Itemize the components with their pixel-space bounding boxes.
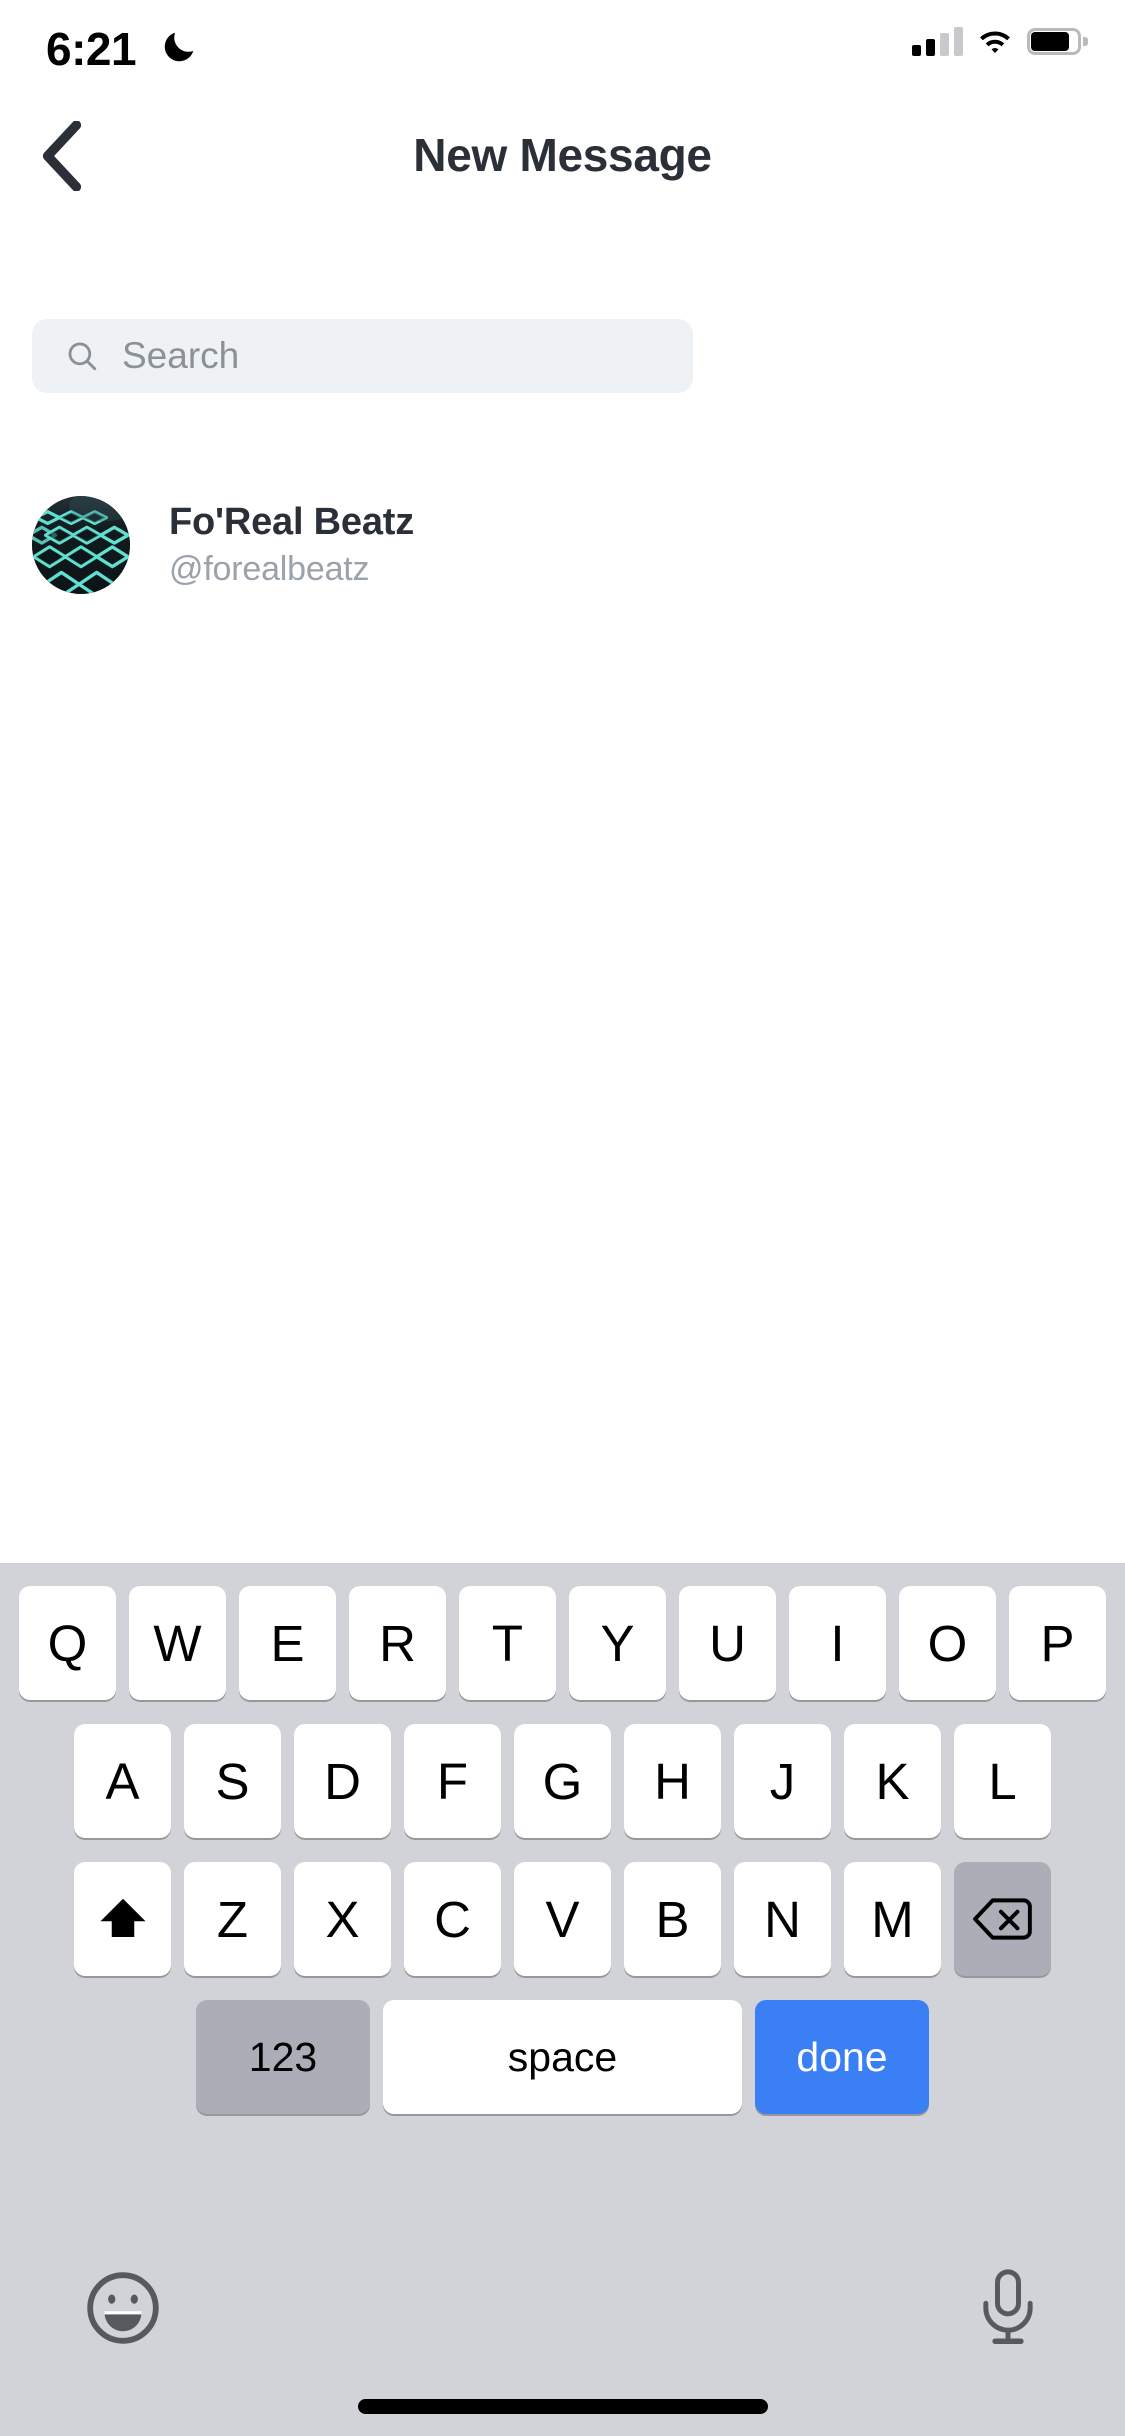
status-bar: 6:21 (0, 0, 1125, 100)
dictation-button[interactable] (973, 2267, 1043, 2349)
key-x[interactable]: X (294, 1862, 391, 1976)
search-input[interactable] (122, 319, 693, 393)
backspace-delete-icon (972, 1898, 1032, 1940)
key-h[interactable]: H (624, 1724, 721, 1838)
key-k[interactable]: K (844, 1724, 941, 1838)
key-t[interactable]: T (459, 1586, 556, 1700)
app-screen: 6:21 New Message Search Fo'Real Beatz @f… (0, 0, 1125, 2436)
key-u[interactable]: U (679, 1586, 776, 1700)
crescent-moon-icon (164, 32, 194, 62)
key-i[interactable]: I (789, 1586, 886, 1700)
keyboard-row-1: Q W E R T Y U I O P (0, 1586, 1125, 1700)
battery-icon (1027, 27, 1088, 55)
key-y[interactable]: Y (569, 1586, 666, 1700)
key-r[interactable]: R (349, 1586, 446, 1700)
key-j[interactable]: J (734, 1724, 831, 1838)
home-indicator-bar (357, 2399, 768, 2414)
key-w[interactable]: W (129, 1586, 226, 1700)
key-f[interactable]: F (404, 1724, 501, 1838)
search-icon (68, 342, 97, 371)
emoji-smiley-icon (87, 2272, 159, 2344)
contact-name: Fo'Real Beatz (169, 501, 415, 543)
key-m[interactable]: M (844, 1862, 941, 1976)
space-key[interactable]: space (383, 2000, 742, 2114)
on-screen-keyboard: Q W E R T Y U I O P A S D F G H J K L Z … (0, 1563, 1125, 2436)
keyboard-bottom-bar (0, 2253, 1125, 2373)
key-a[interactable]: A (74, 1724, 171, 1838)
key-d[interactable]: D (294, 1724, 391, 1838)
nav-header: New Message (0, 100, 1125, 210)
keyboard-row-4: 123 space done (0, 2000, 1125, 2114)
key-c[interactable]: C (404, 1862, 501, 1976)
contact-handle: @forealbeatz (169, 550, 370, 588)
numbers-key[interactable]: 123 (196, 2000, 370, 2114)
key-e[interactable]: E (239, 1586, 336, 1700)
avatar (32, 496, 130, 594)
cellular-signal-icon (912, 26, 963, 56)
done-key[interactable]: done (755, 2000, 929, 2114)
drum-pad-grid-avatar-icon (32, 496, 130, 594)
key-g[interactable]: G (514, 1724, 611, 1838)
key-l[interactable]: L (954, 1724, 1051, 1838)
keyboard-row-3: Z X C V B N M (0, 1862, 1125, 1976)
search-bar[interactable] (32, 319, 693, 393)
contact-text-block: Fo'Real Beatz @forealbeatz (169, 501, 414, 589)
key-p[interactable]: P (1009, 1586, 1106, 1700)
shift-arrow-up-icon (100, 1898, 145, 1937)
key-z[interactable]: Z (184, 1862, 281, 1976)
status-bar-indicators (912, 26, 1088, 56)
key-v[interactable]: V (514, 1862, 611, 1976)
key-b[interactable]: B (624, 1862, 721, 1976)
key-s[interactable]: S (184, 1724, 281, 1838)
backspace-key[interactable] (954, 1862, 1051, 1976)
keyboard-row-2: A S D F G H J K L (0, 1724, 1125, 1838)
contact-results-list: Fo'Real Beatz @forealbeatz (0, 480, 1125, 610)
status-bar-time: 6:21 (46, 23, 137, 75)
emoji-button[interactable] (82, 2267, 164, 2349)
microphone-icon (983, 2269, 1033, 2345)
wifi-icon (980, 31, 1010, 54)
key-n[interactable]: N (734, 1862, 831, 1976)
page-title: New Message (413, 129, 712, 181)
list-item[interactable]: Fo'Real Beatz @forealbeatz (0, 480, 1125, 610)
shift-key[interactable] (74, 1862, 171, 1976)
key-q[interactable]: Q (19, 1586, 116, 1700)
key-o[interactable]: O (899, 1586, 996, 1700)
